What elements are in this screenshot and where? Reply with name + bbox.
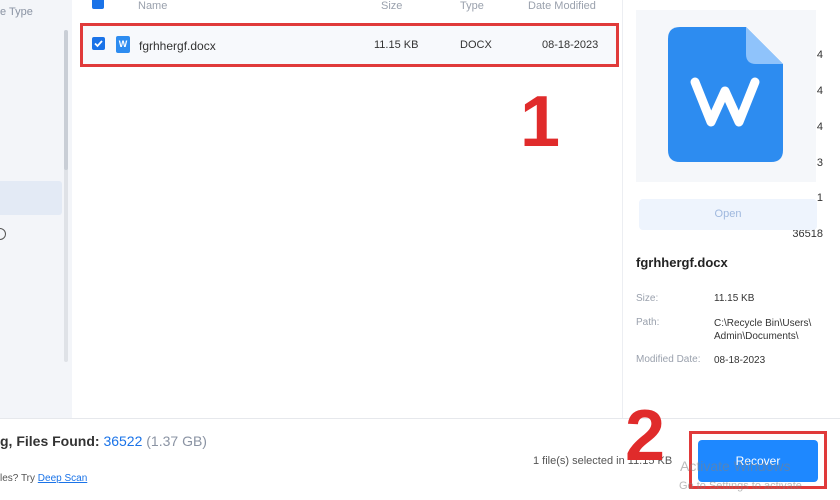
- step-number-1: 1: [520, 82, 561, 162]
- activation-watermark: Activate Windows: [680, 458, 791, 474]
- sidebar-item-selected[interactable]: [0, 181, 62, 215]
- preview-size-value: 11.15 KB: [714, 293, 755, 304]
- column-header-size[interactable]: Size: [381, 0, 402, 12]
- highlight-box-row: [80, 23, 619, 67]
- step-number-2: 2: [625, 396, 666, 476]
- preview-modified-label: Modified Date:: [636, 354, 701, 365]
- files-found-size: (1.37 GB): [146, 433, 207, 449]
- column-header-date[interactable]: Date Modified: [528, 0, 596, 12]
- select-all-checkbox[interactable]: [92, 0, 104, 9]
- deep-scan-link[interactable]: Deep Scan: [38, 473, 87, 484]
- sidebar-item-count[interactable]: 4: [817, 85, 823, 97]
- open-button[interactable]: Open: [639, 199, 817, 230]
- sidebar-item-count[interactable]: 4: [817, 49, 823, 61]
- deep-scan-hint: les? Try Deep Scan: [0, 473, 87, 484]
- files-found-count: 36522: [103, 433, 143, 449]
- scan-status-label: g, Files Found:: [0, 433, 100, 449]
- sidebar-item-count[interactable]: 1: [817, 192, 823, 204]
- preview-path-label: Path:: [636, 317, 660, 328]
- column-header-name[interactable]: Name: [138, 0, 167, 12]
- scan-status: g, Files Found: 36522 (1.37 GB): [0, 433, 207, 449]
- preview-path-line: C:\Recycle Bin\Users\: [714, 318, 812, 329]
- sidebar-item-count[interactable]: 4: [817, 121, 823, 133]
- footer-divider: [0, 418, 840, 419]
- preview-modified-value: 08-18-2023: [714, 355, 766, 366]
- column-header-type[interactable]: Type: [460, 0, 484, 12]
- preview-path-line: Admin\Documents\: [714, 331, 799, 342]
- sidebar-scrollbar-thumb[interactable]: [64, 30, 68, 170]
- word-doc-icon: [668, 27, 783, 162]
- activation-watermark-subtext: Go to Settings to activate: [679, 480, 802, 492]
- preview-file-name: fgrhhergf.docx: [636, 255, 728, 270]
- panel-divider: [622, 0, 623, 418]
- deep-scan-hint-text: les? Try: [0, 473, 36, 484]
- sidebar-header: e Type: [0, 6, 33, 18]
- preview-size-label: Size:: [636, 293, 659, 304]
- sidebar-item-count[interactable]: 3: [817, 157, 823, 169]
